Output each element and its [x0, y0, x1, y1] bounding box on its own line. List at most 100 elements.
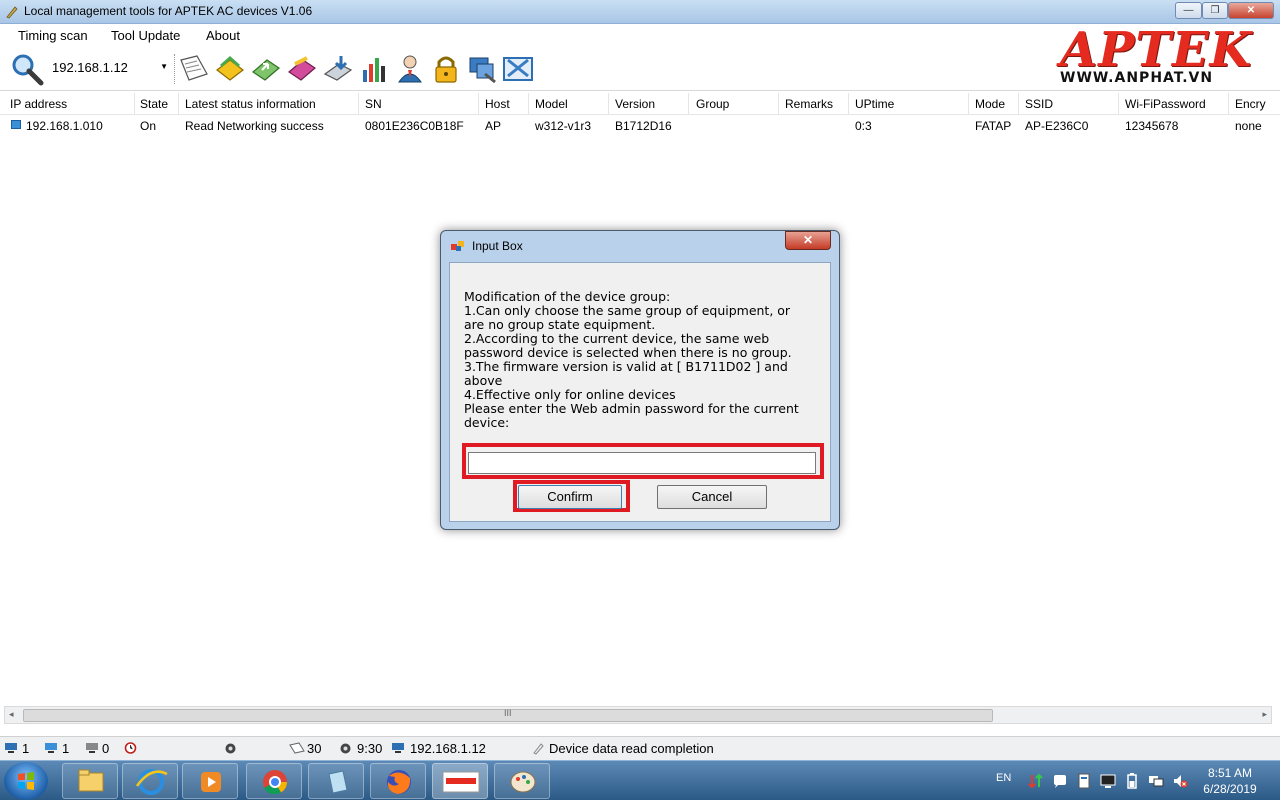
- message-line: Please enter the Web admin password for …: [464, 401, 799, 416]
- chat-icon[interactable]: [1052, 773, 1068, 789]
- start-button[interactable]: [4, 762, 48, 800]
- document-icon[interactable]: [177, 52, 211, 86]
- network-arrows-icon[interactable]: [1028, 773, 1044, 789]
- chevron-down-icon: ▼: [160, 62, 168, 71]
- col-ip-address[interactable]: IP address: [10, 97, 67, 111]
- clock-date[interactable]: 6/28/2019: [1196, 782, 1264, 796]
- monitor-icon[interactable]: [1100, 773, 1116, 789]
- col-group[interactable]: Group: [696, 97, 729, 111]
- dialog-close-button[interactable]: ✕: [785, 231, 831, 250]
- col-mode[interactable]: Mode: [975, 97, 1005, 111]
- upgrade-icon[interactable]: [249, 52, 283, 86]
- user-icon[interactable]: [393, 52, 427, 86]
- message-line: 4.Effective only for online devices: [464, 387, 676, 402]
- cell-status-info: Read Networking success: [185, 119, 324, 133]
- col-version[interactable]: Version: [615, 97, 655, 111]
- col-ssid[interactable]: SSID: [1025, 97, 1053, 111]
- status-ip: 192.168.1.12: [410, 741, 486, 756]
- internet-explorer-icon: [135, 769, 168, 795]
- scrollbar-thumb[interactable]: III: [23, 708, 993, 722]
- maximize-button[interactable]: ❐: [1202, 2, 1228, 19]
- col-wifi-password[interactable]: Wi-FiPassword: [1125, 97, 1206, 111]
- group-settings-icon[interactable]: [465, 52, 499, 86]
- aptek-logo: APTEK WWW.ANPHAT.VN: [1052, 26, 1268, 88]
- cell-host: AP: [485, 119, 502, 133]
- window-title: Local management tools for APTEK AC devi…: [24, 4, 313, 18]
- ip-address-select[interactable]: 192.168.1.12 ▼: [46, 57, 172, 79]
- taskbar-file-explorer[interactable]: [62, 763, 118, 799]
- cancel-button[interactable]: Cancel: [657, 485, 767, 509]
- online-device-count: 1: [62, 741, 70, 756]
- cell-ip-address: 192.168.1.010: [26, 119, 103, 133]
- taskbar-aptek-tool[interactable]: [432, 763, 488, 799]
- download-icon[interactable]: [321, 52, 355, 86]
- col-uptime[interactable]: UPtime: [855, 97, 894, 111]
- language-indicator[interactable]: EN: [996, 772, 1011, 784]
- clock-time[interactable]: 8:51 AM: [1200, 766, 1260, 780]
- message-line: device:: [464, 415, 510, 430]
- col-sn[interactable]: SN: [365, 97, 382, 111]
- windows-logo-icon: [18, 772, 34, 790]
- menu-about[interactable]: About: [206, 28, 240, 43]
- total-device-count: 1: [22, 741, 30, 756]
- battery-icon[interactable]: [1124, 773, 1140, 789]
- aptek-app-icon: [442, 771, 480, 793]
- taskbar-firefox[interactable]: [370, 763, 426, 799]
- window-titlebar: Local management tools for APTEK AC devi…: [0, 0, 1280, 24]
- toolbar-separator: [174, 54, 176, 84]
- taskbar-notepad[interactable]: [308, 763, 364, 799]
- statistics-icon[interactable]: [357, 52, 391, 86]
- message-line: are no group state equipment.: [464, 317, 656, 332]
- document-tray-icon[interactable]: [1076, 773, 1092, 789]
- scrollbar-grip: III: [504, 708, 512, 718]
- chrome-icon: [263, 770, 287, 795]
- col-status-info[interactable]: Latest status information: [185, 97, 316, 111]
- scroll-right-icon[interactable]: ▸: [1262, 709, 1267, 720]
- table-row[interactable]: 192.168.1.010 On Read Networking success…: [0, 115, 1280, 135]
- device-config-icon[interactable]: [213, 52, 247, 86]
- input-box-dialog: Input Box ✕ Modification of the device g…: [440, 230, 840, 530]
- message-line: 2.According to the current device, the s…: [464, 331, 770, 346]
- logo-brand: APTEK: [1060, 22, 1253, 78]
- col-state[interactable]: State: [140, 97, 168, 111]
- firefox-icon: [387, 770, 411, 794]
- alarm-clock-icon: [124, 742, 137, 754]
- cell-wifi-password: 12345678: [1125, 119, 1179, 133]
- reboot-icon[interactable]: [285, 52, 319, 86]
- scroll-left-icon[interactable]: ◂: [9, 709, 14, 720]
- menu-tool-update[interactable]: Tool Update: [111, 28, 180, 43]
- message-line: password device is selected when there i…: [464, 345, 792, 360]
- dialog-app-icon: [451, 241, 464, 251]
- cell-mode: FATAP: [975, 119, 1012, 133]
- message-line: 1.Can only choose the same group of equi…: [464, 303, 791, 318]
- close-window-button[interactable]: ✕: [1228, 2, 1274, 19]
- taskbar-chrome[interactable]: [246, 763, 302, 799]
- search-icon[interactable]: [10, 52, 44, 86]
- cell-uptime: 0:3: [855, 119, 872, 133]
- col-encryption[interactable]: Encry: [1235, 97, 1266, 111]
- col-host[interactable]: Host: [485, 97, 510, 111]
- minimize-button[interactable]: —: [1175, 2, 1202, 19]
- app-icon: [6, 6, 18, 19]
- scan-interval: 30: [307, 741, 322, 756]
- horizontal-scrollbar[interactable]: ◂ III ▸: [4, 706, 1272, 724]
- confirm-button[interactable]: Confirm: [518, 485, 622, 509]
- lock-icon[interactable]: [429, 52, 463, 86]
- tools-icon[interactable]: [501, 52, 535, 86]
- dialog-title: Input Box: [472, 239, 523, 253]
- message-line: Modification of the device group:: [464, 289, 671, 304]
- web-admin-password-input[interactable]: [468, 452, 816, 474]
- cell-model: w312-v1r3: [535, 119, 592, 133]
- cell-ssid: AP-E236C0: [1025, 119, 1089, 133]
- network-status-icon[interactable]: [1148, 773, 1164, 789]
- taskbar-internet-explorer[interactable]: [122, 763, 178, 799]
- menu-timing-scan[interactable]: Timing scan: [18, 28, 88, 43]
- status-message: Device data read completion: [549, 741, 714, 756]
- col-model[interactable]: Model: [535, 97, 568, 111]
- taskbar-paint[interactable]: [494, 763, 550, 799]
- paint-icon: [510, 771, 536, 793]
- notepad-icon: [328, 770, 348, 794]
- taskbar-media-player[interactable]: [182, 763, 238, 799]
- col-remarks[interactable]: Remarks: [785, 97, 833, 111]
- volume-muted-icon[interactable]: [1172, 773, 1188, 789]
